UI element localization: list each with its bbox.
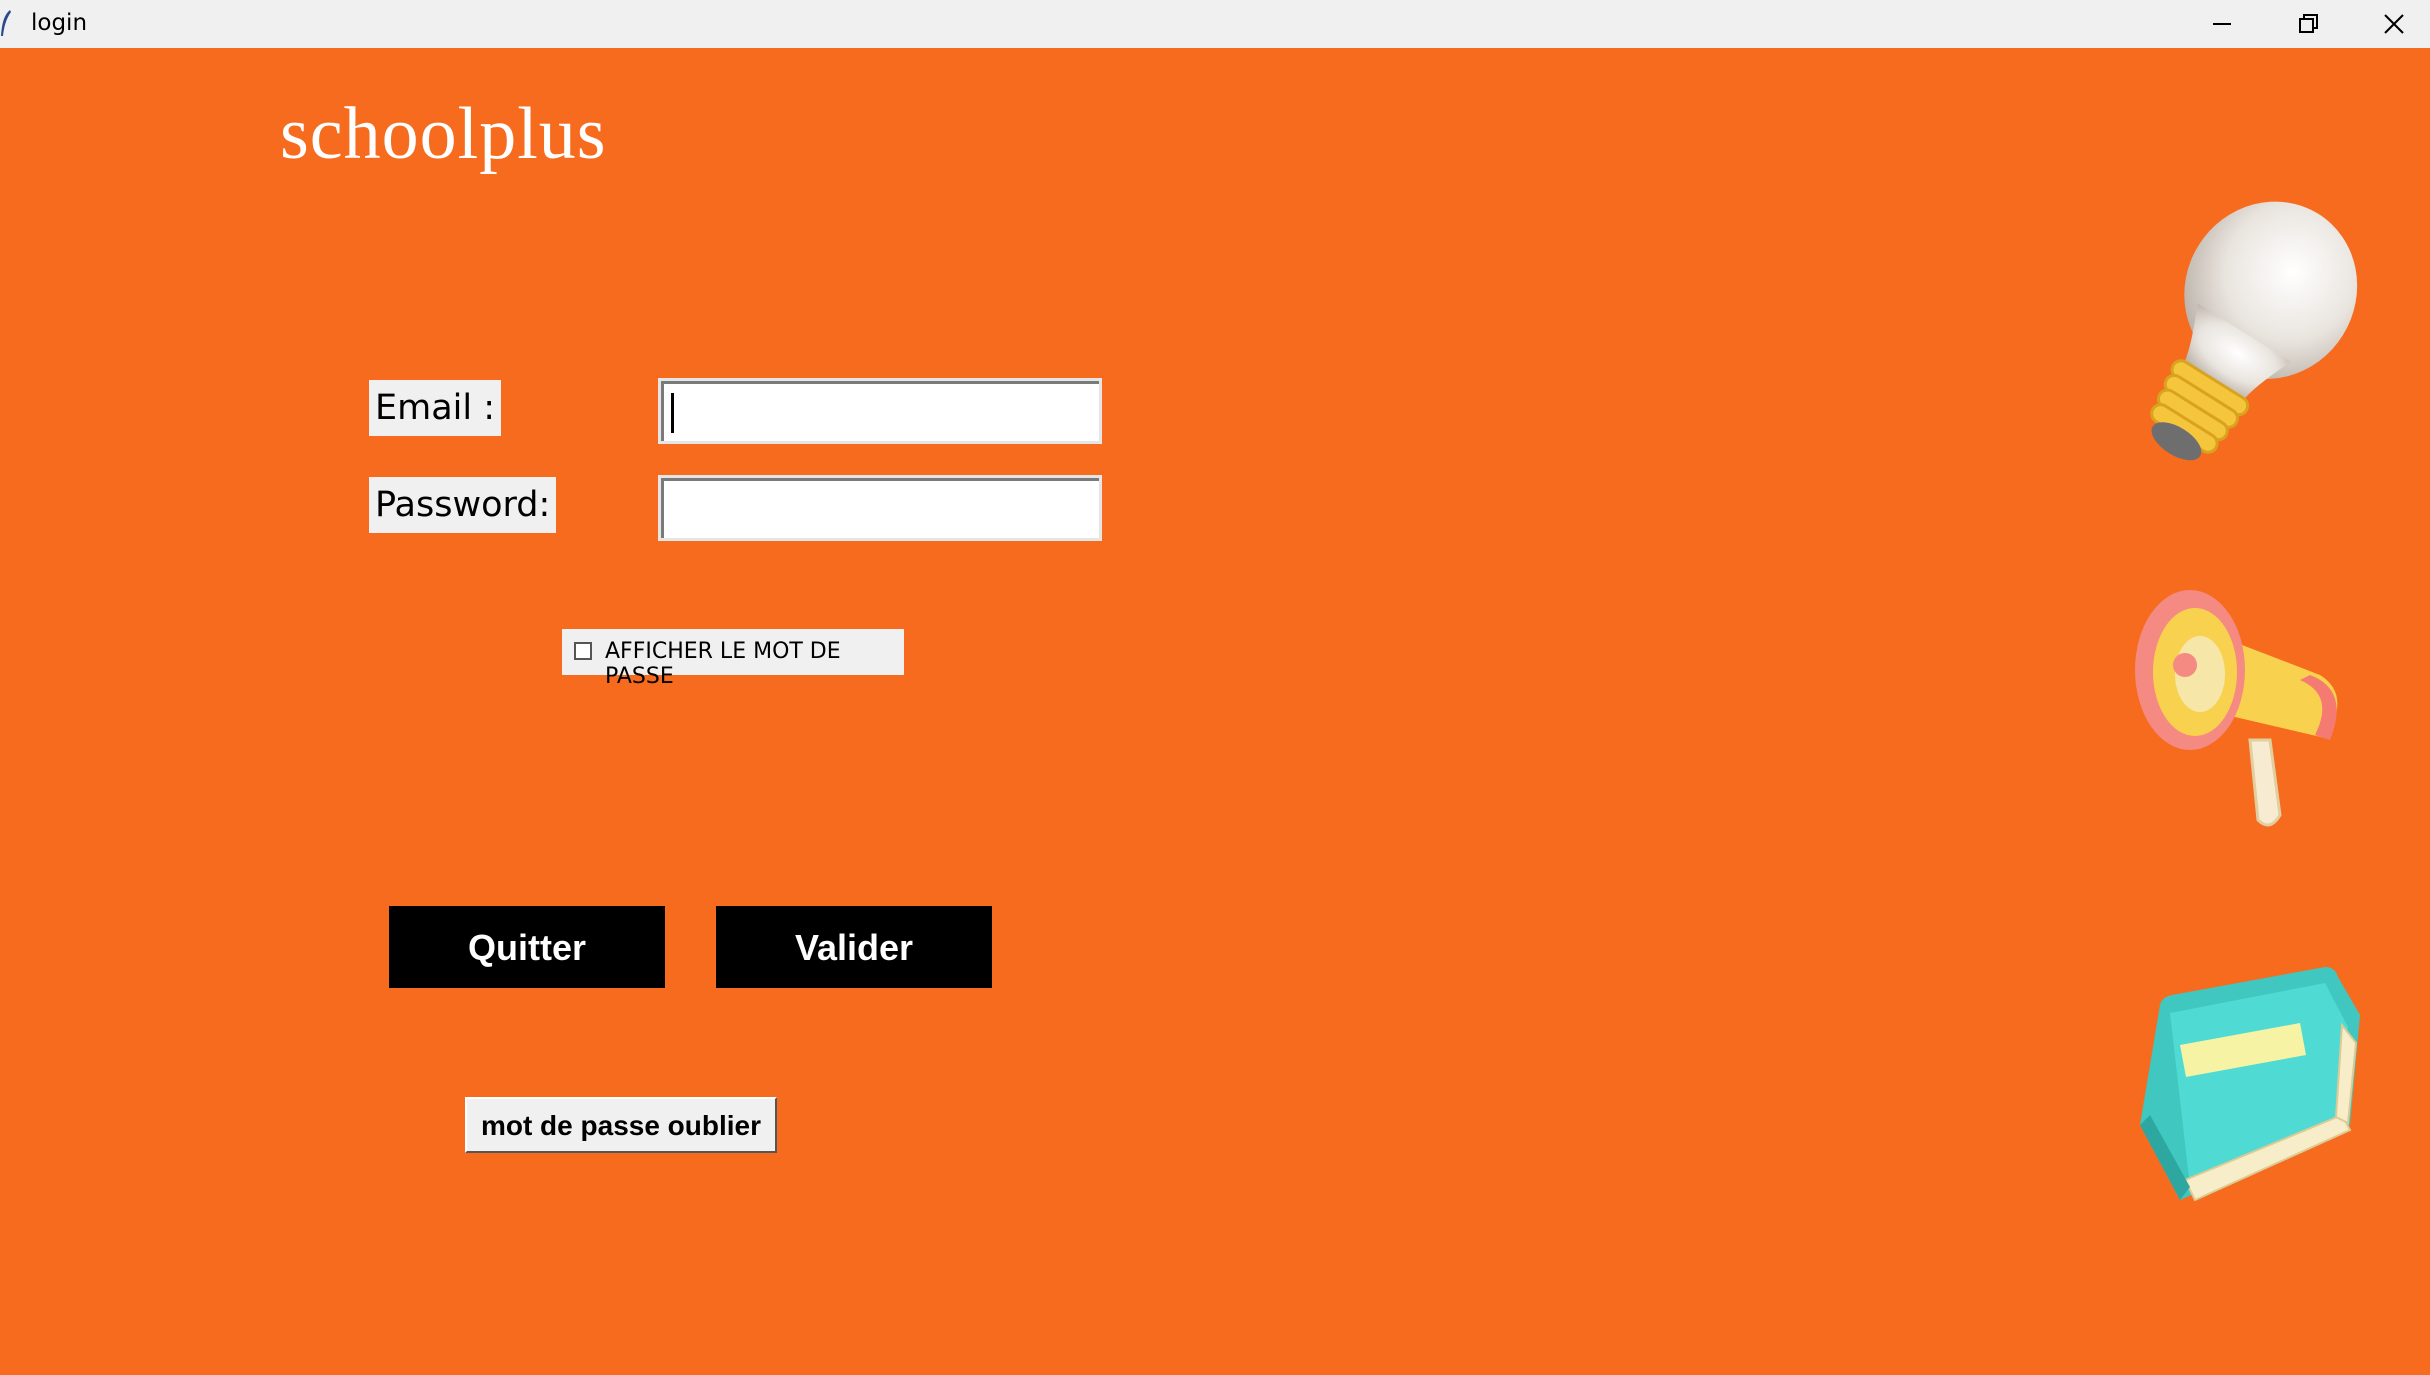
text-caret <box>671 393 674 433</box>
window-titlebar[interactable]: login <box>0 0 2430 49</box>
show-password-checkbox[interactable]: AFFICHER LE MOT DE PASSE <box>562 629 904 689</box>
megaphone-icon <box>2120 570 2370 845</box>
checkbox-square[interactable] <box>574 642 592 660</box>
password-field[interactable] <box>658 475 1102 541</box>
app-brand-title: schoolplus <box>280 93 607 175</box>
window-title: login <box>31 10 88 36</box>
forgot-password-button[interactable]: mot de passe oublier <box>465 1097 777 1153</box>
login-window-body <box>0 48 2430 1375</box>
password-input[interactable] <box>661 478 1099 538</box>
validate-button[interactable]: Valider <box>716 906 992 988</box>
email-input[interactable] <box>661 381 1099 441</box>
book-icon <box>2120 955 2380 1220</box>
minimize-icon <box>2213 23 2231 25</box>
lightbulb-icon <box>2120 190 2360 485</box>
maximize-icon <box>2299 14 2318 33</box>
show-password-label: AFFICHER LE MOT DE PASSE <box>605 639 841 689</box>
feather-icon <box>0 9 12 37</box>
quit-button[interactable]: Quitter <box>389 906 665 988</box>
minimize-button[interactable] <box>2179 0 2265 48</box>
email-field[interactable] <box>658 378 1102 444</box>
close-icon <box>2384 14 2404 34</box>
close-button[interactable] <box>2351 0 2430 48</box>
password-label: Password: <box>369 477 557 533</box>
email-label: Email : <box>369 380 502 436</box>
restore-button[interactable] <box>2265 0 2351 48</box>
